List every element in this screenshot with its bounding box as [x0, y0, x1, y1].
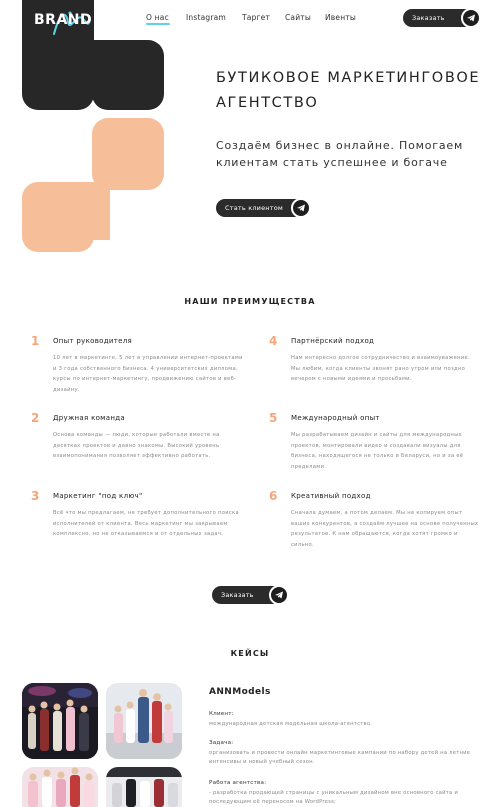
advantage-item-4: 4 Партнёрский подход Нам интересно долго…	[269, 334, 481, 385]
advantage-item-1: 1 Опыт руководителя 10 лет в маркетинге,…	[31, 334, 243, 395]
advantage-text: Мы разрабатываем дизайн и сайты для межд…	[291, 432, 464, 470]
case-photo-kids[interactable]	[22, 767, 98, 807]
case-photo-group[interactable]	[106, 683, 182, 759]
hero-title: БУТИКОВОЕ МАРКЕТИНГОВОЕ АГЕНТСТВО	[216, 70, 481, 111]
advantages-order-label: Заказать	[221, 591, 254, 599]
advantage-title: Международный опыт	[291, 414, 380, 422]
hero-shape-peach-top	[92, 118, 164, 190]
advantage-item-3: 3 Маркетинг "под ключ" Всё что мы предла…	[31, 489, 243, 540]
advantage-item-5: 5 Международный опыт Мы разрабатываем ди…	[269, 411, 481, 472]
hero-shape-dark-bridge	[70, 40, 110, 90]
advantage-item-6: 6 Креативный подход Сначала думаем, а по…	[269, 489, 481, 550]
telegram-icon	[291, 198, 311, 218]
advantage-title: Опыт руководителя	[53, 337, 132, 345]
advantage-text: Нам интересно долгое сотрудничество и вз…	[291, 355, 470, 382]
header-order-label: Заказать	[412, 14, 445, 22]
nav-item-target[interactable]: Таргет	[242, 13, 270, 22]
nav-item-instagram[interactable]: Instagram	[186, 13, 226, 22]
advantage-item-2: 2 Дружная команда Основа команды — люди,…	[31, 411, 243, 462]
advantages-heading: НАШИ ПРЕИМУЩЕСТВА	[184, 297, 316, 306]
advantage-number: 6	[269, 489, 278, 503]
case-photo-stage[interactable]	[106, 767, 182, 807]
case-title: ANNModels	[209, 687, 271, 697]
advantage-text: Сначала думаем, а потом делаем. Мы не ко…	[291, 510, 479, 548]
case-client-label: Клиент:	[209, 711, 234, 717]
group-photo-icon	[106, 683, 182, 759]
stage-photo-icon	[106, 767, 182, 807]
telegram-icon	[269, 585, 289, 605]
runway-photo-icon	[22, 683, 98, 759]
hero-shape-peach-bridge	[70, 182, 110, 240]
hero-subtitle: Создаём бизнес в онлайне. Помогаем клиен…	[216, 139, 464, 169]
advantage-title: Маркетинг "под ключ"	[53, 492, 143, 500]
case-work-label: Работа агентства:	[209, 780, 267, 786]
advantage-title: Дружная команда	[53, 414, 125, 422]
case-client-text: международная детская модельная школа-аг…	[209, 721, 373, 727]
nav-active-underline	[146, 23, 170, 25]
advantage-text: Всё что мы предлагаем, не требует дополн…	[53, 510, 239, 537]
nav-item-events[interactable]: Ивенты	[325, 13, 356, 22]
advantage-text: 10 лет в маркетинге, 5 лет в управлении …	[53, 355, 243, 393]
advantage-number: 3	[31, 489, 40, 503]
nav-item-sites[interactable]: Сайты	[285, 13, 311, 22]
advantage-number: 1	[31, 334, 40, 348]
become-client-button[interactable]: Стать клиентом	[216, 198, 311, 218]
kids-photo-icon	[22, 767, 98, 807]
advantage-number: 4	[269, 334, 278, 348]
advantage-number: 2	[31, 411, 40, 425]
advantage-text: Основа команды — люди, которые работали …	[53, 432, 220, 459]
case-task-label: Задача:	[209, 740, 234, 746]
nav-item-about[interactable]: О нас	[146, 13, 169, 22]
case-task-text: организовать и провести онлайн маркетинг…	[209, 750, 471, 765]
brand-logo[interactable]: BRAND	[34, 8, 94, 35]
telegram-icon	[461, 8, 481, 28]
logo-text: BRAND	[34, 12, 93, 28]
advantage-title: Креативный подход	[291, 492, 371, 500]
case-photo-runway[interactable]	[22, 683, 98, 759]
advantage-title: Партнёрский подход	[291, 337, 375, 345]
cases-heading: КЕЙСЫ	[230, 649, 270, 658]
advantages-order-button[interactable]: Заказать	[212, 585, 289, 605]
case-work-text: - разработка продающей страницы с уникал…	[209, 790, 459, 805]
header-order-button[interactable]: Заказать	[403, 8, 481, 28]
become-client-label: Стать клиентом	[225, 204, 284, 212]
advantage-number: 5	[269, 411, 278, 425]
